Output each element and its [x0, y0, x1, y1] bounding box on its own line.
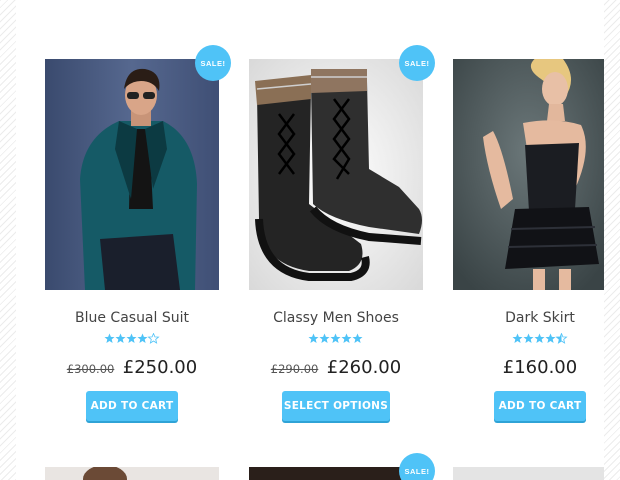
product-image-classy-men-shoes[interactable]	[249, 59, 423, 290]
sale-badge: SALE!	[399, 45, 435, 81]
star-rating	[249, 331, 423, 345]
select-options-button[interactable]: SELECT OPTIONS	[282, 391, 390, 421]
add-to-cart-button[interactable]: ADD TO CART	[494, 391, 586, 421]
current-price: £160.00	[502, 357, 578, 378]
star-rating	[45, 331, 219, 345]
product-title[interactable]: Blue Casual Suit	[45, 310, 219, 328]
old-price: £290.00	[270, 362, 319, 376]
product-card: Dark Skirt £160.00 ADD TO CART	[453, 59, 604, 421]
product-title[interactable]: Dark Skirt	[453, 310, 604, 328]
product-grid: SALE! Blue Casual Suit £300.00 £250.00 A…	[16, 0, 604, 480]
product-image-row2-3[interactable]	[453, 467, 604, 480]
product-card: SALE! Blue Casual Suit £300.00 £250.00 A…	[45, 45, 231, 421]
product-image-row2-1[interactable]	[45, 465, 219, 480]
product-image-row2-2[interactable]	[249, 467, 423, 480]
product-image-dark-skirt[interactable]	[453, 59, 604, 290]
current-price: £260.00	[326, 357, 402, 378]
star-icon	[512, 333, 568, 344]
old-price: £300.00	[66, 362, 115, 376]
star-rating	[453, 331, 604, 345]
product-card: SALE! Classy Men Shoes £290.00 £260.00 S…	[249, 45, 435, 421]
sale-badge: SALE!	[399, 453, 435, 480]
product-title[interactable]: Classy Men Shoes	[249, 310, 423, 328]
price: £300.00 £250.00	[45, 357, 219, 381]
product-image-blue-casual-suit[interactable]	[45, 59, 219, 290]
star-icon	[308, 333, 363, 343]
price: £160.00	[453, 357, 604, 381]
add-to-cart-button[interactable]: ADD TO CART	[86, 391, 178, 421]
star-icon	[104, 333, 160, 344]
current-price: £250.00	[122, 357, 198, 378]
sale-badge: SALE!	[195, 45, 231, 81]
price: £290.00 £260.00	[249, 357, 423, 381]
